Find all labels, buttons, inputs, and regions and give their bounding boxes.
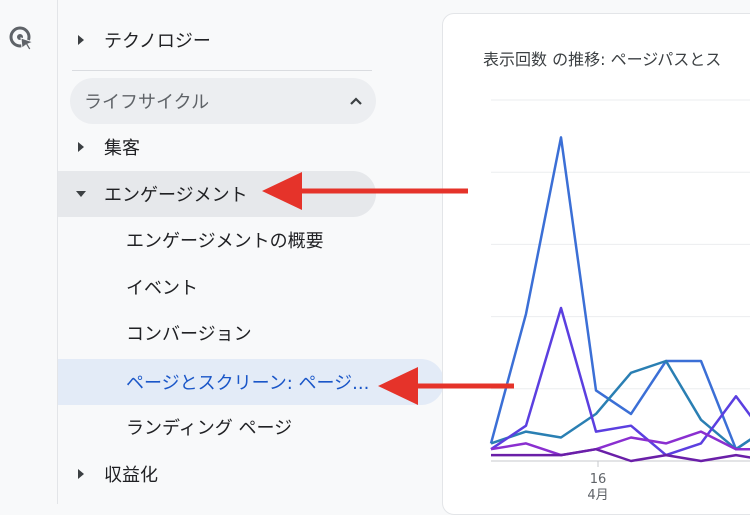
left-rail (0, 0, 58, 504)
line-chart: 164月 (489, 99, 750, 503)
section-divider (72, 70, 372, 71)
nav-sub-label: イベント (126, 278, 198, 299)
expand-arrow-icon (58, 35, 104, 45)
nav-sub-engagement-overview[interactable]: エンゲージメントの概要 (58, 217, 444, 263)
annotation-arrow-engagement (262, 172, 468, 210)
nav-sub-conversions[interactable]: コンバージョン (58, 310, 444, 356)
chevron-up-icon (336, 96, 376, 106)
nav-item-technology[interactable]: テクノロジー (58, 17, 376, 63)
section-label: ライフサイクル (84, 92, 210, 113)
annotation-arrow-pages-screens (378, 367, 514, 405)
nav-sub-label: コンバージョン (126, 324, 252, 345)
nav-sub-label: ページとスクリーン: ページ... (126, 373, 370, 394)
chart-series-line-5 (491, 447, 750, 463)
nav-sub-landing-page[interactable]: ランディング ページ (58, 404, 444, 450)
chart-card: 表示回数 の推移: ページパスとス 16 4月 (442, 13, 750, 515)
chart-series-line-4 (490, 430, 750, 457)
chart-x-tick-label: 16 (590, 472, 607, 487)
nav-sub-events[interactable]: イベント (58, 264, 444, 310)
report-navigation: テクノロジー ライフサイクル 集客 エンゲージメント エンゲージメントの概要 イ… (58, 0, 444, 504)
chart-series-line-1 (489, 136, 750, 451)
nav-sub-label: エンゲージメントの概要 (126, 231, 324, 252)
nav-item-label: テクノロジー (104, 31, 211, 52)
expand-arrow-icon (58, 142, 104, 152)
nav-item-label: 集客 (104, 138, 140, 159)
nav-sub-label: ランディング ページ (126, 418, 293, 439)
expand-arrow-icon (58, 469, 104, 479)
chart-x-tick-sublabel: 4月 (587, 488, 608, 503)
reports-cursor-icon[interactable] (7, 24, 37, 54)
section-lifecycle[interactable]: ライフサイクル (70, 78, 376, 124)
nav-item-acquisition[interactable]: 集客 (58, 124, 376, 170)
collapse-arrow-icon (58, 191, 104, 197)
nav-item-monetization[interactable]: 収益化 (58, 451, 376, 497)
nav-item-label: エンゲージメント (104, 185, 248, 206)
nav-item-label: 収益化 (104, 465, 158, 486)
